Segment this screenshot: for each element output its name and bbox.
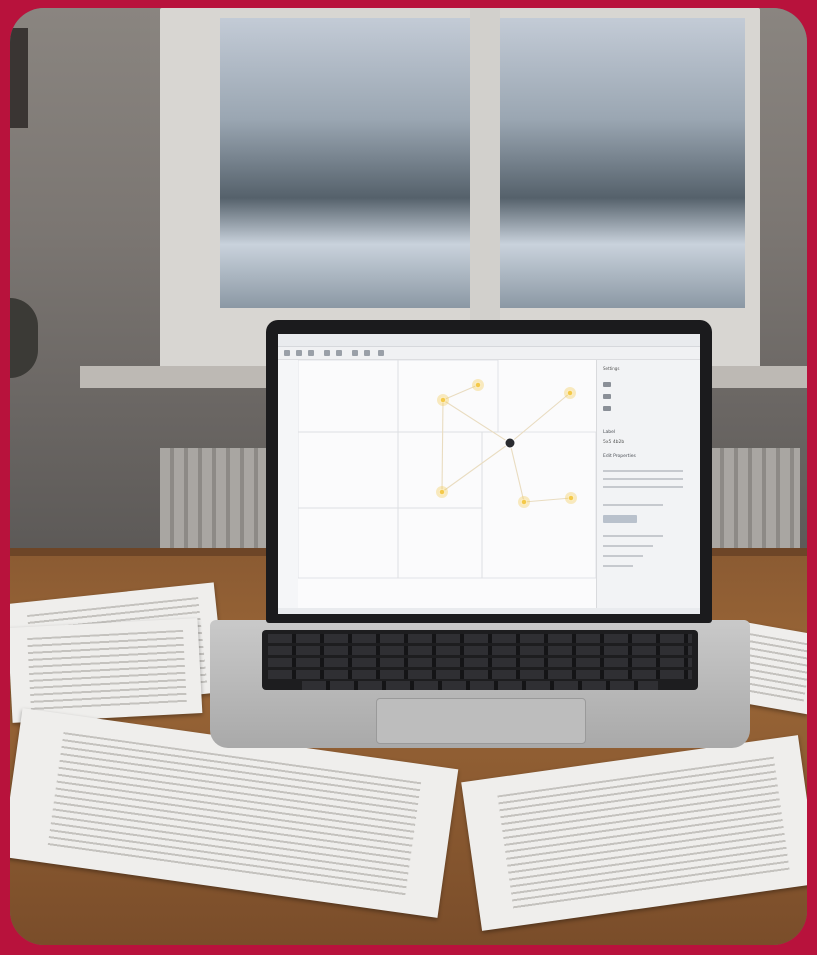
trackpad <box>376 698 586 744</box>
properties-panel: Settings Label 5x5 4b2b Edit Properties <box>596 360 700 608</box>
panel-label: Label <box>603 430 616 435</box>
window-pane-right <box>500 18 745 308</box>
panel-value: 5x5 4b2b <box>603 440 625 445</box>
app-tab-1[interactable] <box>284 336 290 343</box>
tool-icon[interactable] <box>324 350 330 356</box>
node-bottom-right[interactable] <box>568 495 574 501</box>
layer-swatch-icon[interactable] <box>603 394 611 399</box>
window-pane-left <box>220 18 470 308</box>
tool-icon[interactable] <box>336 350 342 356</box>
network-graph[interactable] <box>298 360 596 608</box>
app-tab-2[interactable] <box>318 336 324 343</box>
radiator-left <box>160 448 270 558</box>
panel-field[interactable] <box>603 504 663 506</box>
apply-button[interactable] <box>603 515 637 523</box>
canvas-grid <box>298 360 596 579</box>
panel-field[interactable] <box>603 535 663 537</box>
network-link <box>509 442 525 503</box>
node-top-center[interactable] <box>440 397 446 403</box>
node-bottom-mid[interactable] <box>521 499 527 505</box>
app-titlebar <box>278 334 700 347</box>
laptop-lid: Settings Label 5x5 4b2b Edit Properties <box>266 320 712 623</box>
panel-field[interactable] <box>603 470 683 472</box>
app-toolbar <box>278 347 700 360</box>
tool-icon[interactable] <box>364 350 370 356</box>
panel-field[interactable] <box>603 478 683 480</box>
tool-icon[interactable] <box>308 350 314 356</box>
node-center-dark[interactable] <box>504 437 516 449</box>
network-link <box>509 392 571 444</box>
laptop-base <box>210 620 750 748</box>
wall-picture <box>10 28 28 128</box>
tool-icon[interactable] <box>284 350 290 356</box>
paper-stack-left-mid <box>10 618 203 723</box>
panel-subheading: Edit Properties <box>603 454 636 459</box>
window-mullion <box>470 8 500 368</box>
window <box>160 8 760 368</box>
network-link <box>442 399 511 444</box>
radiator-right <box>710 448 800 558</box>
photo-scene: Settings Label 5x5 4b2b Edit Properties <box>10 8 807 945</box>
panel-field[interactable] <box>603 545 653 547</box>
app-tab-3[interactable] <box>358 336 364 343</box>
photo-frame: Settings Label 5x5 4b2b Edit Properties <box>0 0 817 955</box>
network-link <box>441 442 511 493</box>
laptop-screen: Settings Label 5x5 4b2b Edit Properties <box>278 334 700 614</box>
node-bottom-left[interactable] <box>439 489 445 495</box>
tool-icon[interactable] <box>352 350 358 356</box>
network-link <box>441 399 444 493</box>
tool-icon[interactable] <box>378 350 384 356</box>
node-top-right-small[interactable] <box>475 382 481 388</box>
keyboard <box>262 630 698 690</box>
node-far-right[interactable] <box>567 390 573 396</box>
layer-swatch-icon[interactable] <box>603 382 611 387</box>
network-link <box>523 497 572 503</box>
panel-header: Settings <box>603 366 620 371</box>
map-canvas[interactable] <box>298 360 596 608</box>
panel-field[interactable] <box>603 565 633 567</box>
layer-swatch-icon[interactable] <box>603 406 611 411</box>
status-bar <box>278 608 700 614</box>
tool-icon[interactable] <box>296 350 302 356</box>
panel-field[interactable] <box>603 555 643 557</box>
panel-field[interactable] <box>603 486 683 488</box>
